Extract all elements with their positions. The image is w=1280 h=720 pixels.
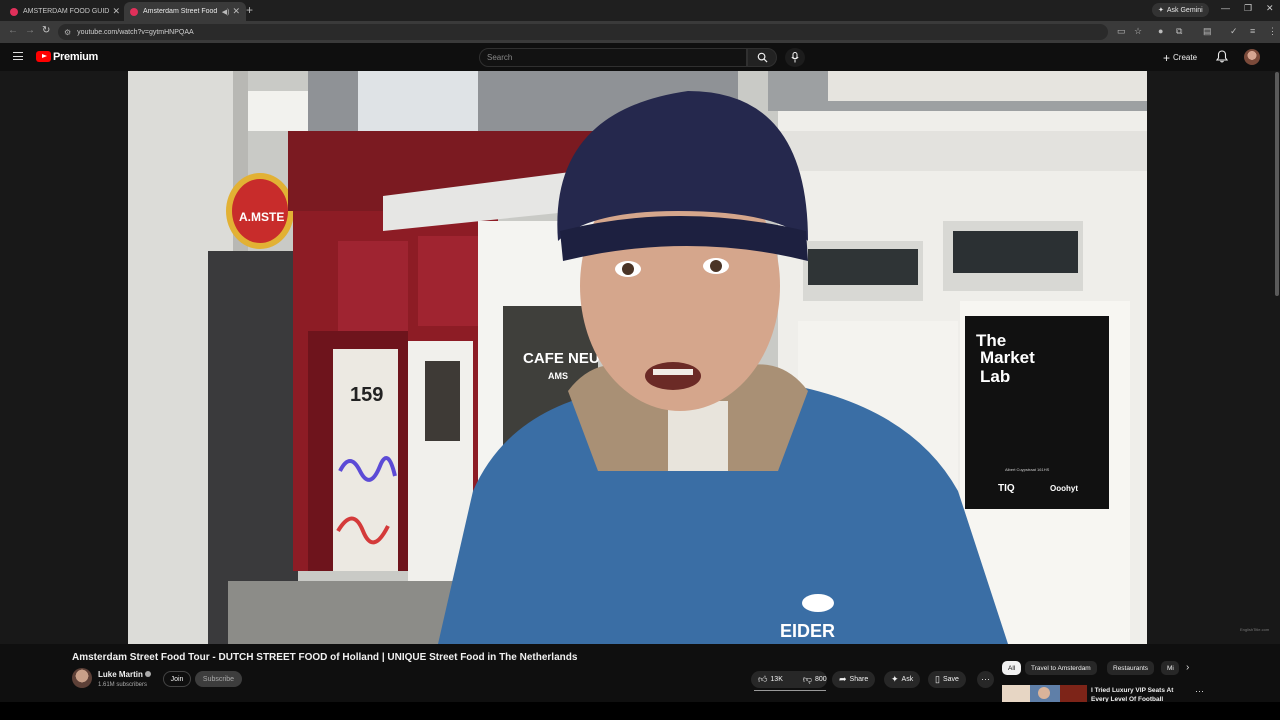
verified-icon — [144, 671, 151, 677]
chip-restaurants[interactable]: Restaurants — [1107, 661, 1155, 675]
chip-all[interactable]: All — [1002, 661, 1022, 675]
video-watermark: EnglishTitle.com — [1240, 627, 1270, 632]
bookmark-icon: ▯ — [935, 674, 940, 684]
url-text: youtube.com/watch?v=gytmHNPQAA — [77, 28, 194, 36]
bookmark-star-icon[interactable]: ☆ — [1134, 26, 1142, 37]
channel-avatar[interactable] — [72, 668, 92, 688]
recommendation-title[interactable]: I Tried Luxury VIP Seats At Every Level … — [1091, 686, 1179, 702]
browser-toolbar: ← → ↻ ⚙ youtube.com/watch?v=gytmHNPQAA ▭… — [0, 21, 1280, 43]
search-button[interactable] — [747, 48, 777, 67]
address-number-text: 159 — [350, 384, 383, 406]
audio-icon[interactable]: ◀) — [222, 8, 230, 16]
youtube-premium-logo[interactable]: Premium — [53, 51, 98, 63]
amstel-sign-text: A.MSTE — [239, 210, 284, 224]
sparkle-icon: ✦ — [891, 674, 899, 684]
minimize-icon[interactable]: — — [1221, 3, 1230, 13]
dislike-button[interactable]: 👎︎ 800 — [796, 671, 834, 688]
browser-tabstrip: AMSTERDAM FOOD GUIDE | U ✕ Amsterdam Str… — [0, 0, 1280, 21]
more-actions-button[interactable]: ⋯ — [977, 671, 994, 688]
poster-line-3: Lab — [980, 367, 1010, 386]
microphone-icon — [791, 52, 799, 63]
thumbs-down-icon: 👎︎ — [802, 674, 813, 684]
voice-search-button[interactable] — [785, 48, 805, 67]
extension-icon[interactable]: ● — [1158, 26, 1163, 36]
cafe-sign-text: CAFE NEU — [523, 350, 600, 367]
poster-line-2: Market — [980, 348, 1035, 367]
subscriber-count: 1.61M subscribers — [98, 682, 148, 688]
sidepanel-icon[interactable]: ▤ — [1203, 26, 1212, 37]
ask-gemini-label: Ask Gemini — [1166, 6, 1203, 14]
page-scrollbar[interactable] — [1275, 72, 1279, 296]
dislike-count: 800 — [815, 676, 827, 683]
chip-travel-to-amsterdam[interactable]: Travel to Amsterdam — [1025, 661, 1097, 675]
poster-address: Albert Cuypstraat 161HS — [1005, 467, 1050, 472]
reload-icon[interactable]: ↻ — [42, 25, 50, 36]
search-input[interactable]: Search — [479, 48, 747, 67]
youtube-favicon-icon — [130, 7, 138, 16]
youtube-logo-icon[interactable] — [36, 51, 51, 62]
ask-gemini-button[interactable]: ✦ Ask Gemini — [1152, 3, 1209, 17]
back-icon[interactable]: ← — [8, 25, 18, 36]
poster-brand-1: TIQ — [998, 483, 1015, 494]
video-frame: A.MSTE 159 CAFE NEU AMS The Market Lab A… — [128, 71, 1147, 644]
like-count: 13K — [770, 676, 783, 683]
bell-icon — [1215, 50, 1229, 63]
channel-name-text: Luke Martin — [98, 670, 143, 679]
close-tab-icon[interactable]: ✕ — [112, 6, 120, 17]
site-info-icon[interactable]: ⚙ — [64, 28, 71, 37]
new-tab-button[interactable]: + — [246, 3, 253, 17]
recommendation-menu-icon[interactable]: ⋯ — [1195, 686, 1204, 697]
address-bar[interactable]: ⚙ youtube.com/watch?v=gytmHNPQAA — [58, 24, 1108, 40]
video-title: Amsterdam Street Food Tour - DUTCH STREE… — [72, 652, 578, 663]
chevron-right-icon[interactable]: › — [1186, 662, 1189, 673]
subscribe-button[interactable]: Subscribe — [195, 671, 242, 687]
tab-search-icon[interactable]: ≡ — [1250, 26, 1255, 36]
browser-tab-2[interactable]: Amsterdam Street Food To ◀) ✕ — [124, 2, 246, 21]
cast-icon[interactable]: ▭ — [1117, 26, 1126, 37]
ask-button[interactable]: ✦ Ask — [884, 671, 921, 688]
tab-title: Amsterdam Street Food To — [143, 8, 219, 15]
profile-icon[interactable]: ✓ — [1230, 26, 1238, 37]
sparkle-icon: ✦ — [1158, 7, 1164, 14]
thumbnail-image — [1002, 685, 1087, 702]
bottom-edge — [0, 702, 1280, 720]
create-label: Create — [1173, 53, 1198, 62]
menu-icon[interactable] — [13, 52, 23, 60]
forward-icon[interactable]: → — [25, 25, 35, 36]
browser-menu-icon[interactable]: ⋮ — [1268, 26, 1277, 37]
join-button[interactable]: Join — [163, 671, 191, 687]
like-ratio-bar — [754, 690, 826, 691]
ask-label: Ask — [901, 676, 914, 683]
video-player[interactable]: A.MSTE 159 CAFE NEU AMS The Market Lab A… — [128, 71, 1147, 644]
chip-partial[interactable]: Mi — [1161, 661, 1179, 675]
share-label: Share — [849, 676, 869, 683]
cafe-sub-text: AMS — [548, 371, 568, 381]
close-tab-icon[interactable]: ✕ — [232, 6, 240, 17]
save-label: Save — [942, 676, 959, 683]
youtube-favicon-icon — [10, 7, 18, 16]
tab-title: AMSTERDAM FOOD GUIDE | U — [23, 8, 110, 15]
restore-icon[interactable]: ❐ — [1244, 3, 1252, 14]
browser-tab-1[interactable]: AMSTERDAM FOOD GUIDE | U ✕ — [4, 2, 126, 21]
plus-icon: + — [1163, 50, 1171, 65]
thumbs-up-icon: 👍︎ — [758, 674, 768, 684]
like-button[interactable]: 👍︎ 13K — [751, 671, 790, 688]
save-button[interactable]: ▯ Save — [928, 671, 966, 688]
search-icon — [757, 52, 768, 63]
recommendation-thumbnail[interactable] — [1002, 685, 1087, 702]
create-button[interactable]: + Create — [1163, 50, 1197, 65]
like-dislike-group: 👍︎ 13K 👎︎ 800 — [751, 671, 827, 688]
share-button[interactable]: ➦ Share — [832, 671, 876, 688]
close-window-icon[interactable]: ✕ — [1266, 3, 1274, 14]
channel-name[interactable]: Luke Martin — [98, 670, 151, 679]
notifications-button[interactable] — [1215, 50, 1229, 68]
puzzle-icon[interactable]: ⧉ — [1176, 26, 1182, 37]
youtube-masthead: Premium Search + Create — [0, 43, 1280, 71]
poster-brand-2: Ooohyt — [1050, 484, 1078, 493]
account-avatar[interactable] — [1244, 49, 1260, 65]
share-arrow-icon: ➦ — [839, 674, 847, 684]
jacket-brand-text: EIDER — [780, 621, 835, 641]
